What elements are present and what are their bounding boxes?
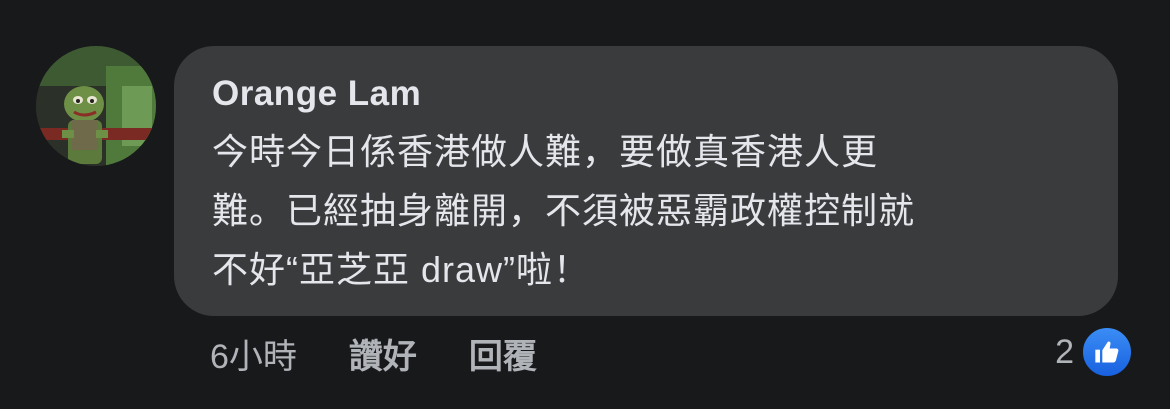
comment-text: 今時今日係香港做人難，要做真香港人更 難。已經抽身離開，不須被惡霸政權控制就 不…	[212, 131, 916, 290]
like-thumbs-up-icon	[1080, 325, 1134, 379]
avatar-image	[36, 46, 156, 166]
like-button[interactable]: 讚好	[349, 329, 417, 378]
reply-button[interactable]: 回覆	[469, 329, 537, 378]
avatar[interactable]	[36, 46, 156, 166]
reaction-count: 2	[1055, 332, 1074, 371]
comment-timestamp[interactable]: 6小時	[210, 329, 297, 378]
comment-author[interactable]: Orange Lam	[212, 74, 1080, 114]
comment-bubble: Orange Lam 今時今日係香港做人難，要做真香港人更 難。已經抽身離開，不…	[174, 46, 1118, 316]
reaction-summary[interactable]: 2	[1055, 325, 1134, 379]
comment-actions: 6小時 讚好 回覆	[210, 330, 589, 376]
